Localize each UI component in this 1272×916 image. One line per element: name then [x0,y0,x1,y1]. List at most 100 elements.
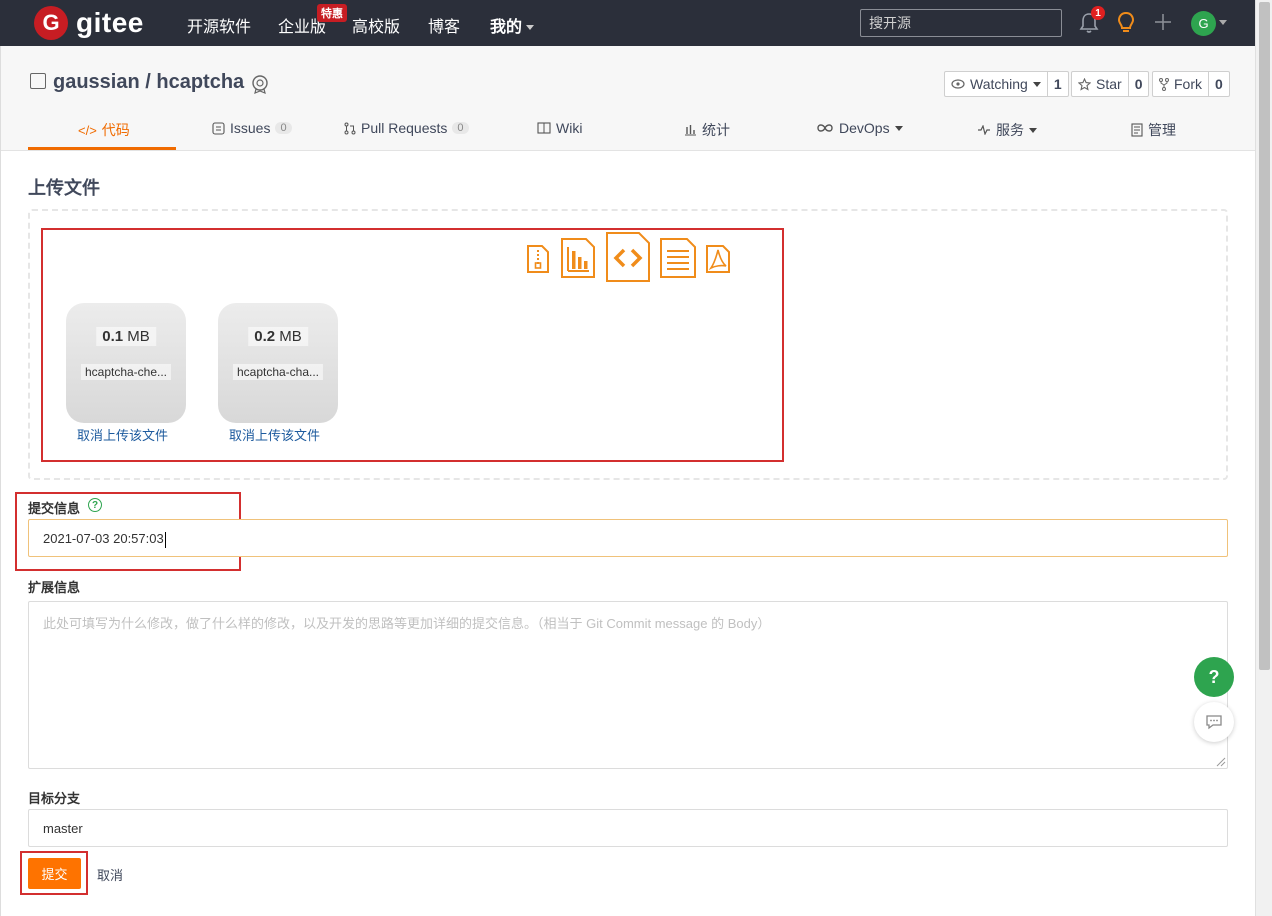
nav-mine-label: 我的 [490,19,523,36]
repo-title[interactable]: gaussian / hcaptcha [53,71,244,94]
tab-manage-label: 管理 [1148,122,1176,138]
fork-count[interactable]: 0 [1208,72,1229,96]
file-name: hcaptcha-che... [80,364,172,380]
star-icon [1078,77,1091,91]
issues-count-badge: 0 [275,122,292,134]
watch-label-group: Watching [945,72,1047,96]
file-size-value: 0.1 [102,328,124,345]
star-button[interactable]: Star 0 [1071,71,1150,97]
cancel-upload-link[interactable]: 取消上传该文件 [229,425,320,444]
tab-manage[interactable]: 管理 [1131,120,1176,140]
file-size: 0.2 MB [248,327,308,346]
special-offer-badge: 特惠 [317,4,347,22]
tab-pull-requests[interactable]: Pull Requests 0 [344,120,469,136]
zip-file-icon [527,245,549,273]
tab-stats-label: 统计 [702,122,730,138]
fork-button[interactable]: Fork 0 [1152,71,1230,97]
tab-devops[interactable]: DevOps [816,120,903,136]
floating-chat-button[interactable] [1194,702,1234,742]
target-branch-label: 目标分支 [28,791,81,806]
file-preview-card: 0.1 MB hcaptcha-che... [66,303,186,423]
book-icon [537,122,551,134]
file-size-unit: MB [279,328,302,345]
nav-blog[interactable]: 博客 [428,13,460,37]
watch-button[interactable]: Watching 1 [944,71,1069,97]
resize-handle-icon[interactable] [1216,757,1226,767]
commit-message-input[interactable]: 2021-07-03 20:57:03 [28,519,1228,557]
submit-button[interactable]: 提交 [28,858,81,889]
file-size-value: 0.2 [254,328,276,345]
fork-label-group: Fork [1153,72,1208,96]
eye-icon [951,79,965,89]
pdf-file-icon [706,245,730,273]
notification-count-badge: 1 [1091,6,1105,20]
watch-count[interactable]: 1 [1046,72,1068,96]
active-tab-underline [28,147,176,150]
nav-open-source[interactable]: 开源软件 [187,13,251,37]
recommend-badge-icon [252,75,268,94]
code-file-icon [606,232,650,282]
avatar[interactable]: G [1191,11,1216,36]
tab-code[interactable]: </> 代码 [78,120,130,140]
plus-icon[interactable] [1153,12,1173,32]
gitee-logo-text: gitee [76,7,144,38]
search-input[interactable]: 搜开源 [860,9,1062,37]
chat-bubble-icon [1206,715,1222,730]
chevron-down-icon [894,125,903,131]
extended-info-textarea[interactable]: 此处可填写为什么修改，做了什么样的修改，以及开发的思路等更加详细的提交信息。（相… [28,601,1228,769]
floating-help-button[interactable]: ? [1194,657,1234,697]
fork-label: Fork [1174,76,1202,92]
repo-header: gaussian / hcaptcha Watching 1 Star 0 Fo… [0,46,1255,151]
extended-info-label: 扩展信息 [28,580,81,595]
pull-request-icon [344,122,356,134]
avatar-chevron-down-icon[interactable] [1219,20,1227,25]
top-navbar: G gitee 开源软件 企业版 特惠 高校版 博客 我的 搜开源 1 G [0,0,1255,46]
gitee-logo-icon: G [34,6,68,40]
target-branch-input[interactable]: master [28,809,1228,847]
chevron-down-icon [526,25,535,31]
nav-mine[interactable]: 我的 [490,13,535,37]
pull-requests-count-badge: 0 [452,122,469,134]
tab-issues-label: Issues [230,120,271,136]
cancel-button[interactable]: 取消 [97,865,123,884]
gitee-logo[interactable]: G gitee [34,6,144,40]
text-cursor [164,531,166,548]
file-preview-card: 0.2 MB hcaptcha-cha... [218,303,338,423]
tab-wiki[interactable]: Wiki [537,120,582,136]
infinity-icon [817,124,833,132]
tab-wiki-label: Wiki [556,120,583,136]
chart-file-icon [561,238,595,278]
settings-doc-icon [1131,123,1143,137]
file-size-unit: MB [127,328,150,345]
repo-code-icon [30,73,46,89]
tab-stats[interactable]: 统计 [684,120,730,140]
nav-education[interactable]: 高校版 [352,13,400,37]
code-icon: </> [78,122,97,138]
tab-issues[interactable]: Issues 0 [212,120,292,136]
fork-icon [1159,77,1169,91]
file-size: 0.1 MB [96,327,156,346]
issues-icon [212,121,225,135]
file-name: hcaptcha-cha... [232,364,324,380]
tab-pull-requests-label: Pull Requests [361,120,448,136]
vertical-scrollbar[interactable] [1255,0,1272,916]
chevron-down-icon [1029,127,1037,133]
bar-chart-icon [685,125,696,136]
lightbulb-icon[interactable] [1116,11,1136,35]
page-title: 上传文件 [28,178,100,198]
tab-code-label: 代码 [101,122,130,138]
text-file-icon [660,238,696,278]
commit-message-label: 提交信息 [28,501,81,516]
chevron-down-icon [1032,81,1041,87]
cancel-upload-link[interactable]: 取消上传该文件 [77,425,168,444]
pulse-icon [978,125,990,135]
star-count[interactable]: 0 [1127,72,1149,96]
tab-devops-label: DevOps [839,120,890,136]
tab-services[interactable]: 服务 [977,120,1037,140]
help-icon[interactable]: ? [88,498,102,512]
page-left-border [0,46,1,916]
watch-label: Watching [970,76,1028,92]
star-label: Star [1096,76,1122,92]
scrollbar-thumb[interactable] [1259,2,1270,670]
tab-services-label: 服务 [996,122,1024,138]
